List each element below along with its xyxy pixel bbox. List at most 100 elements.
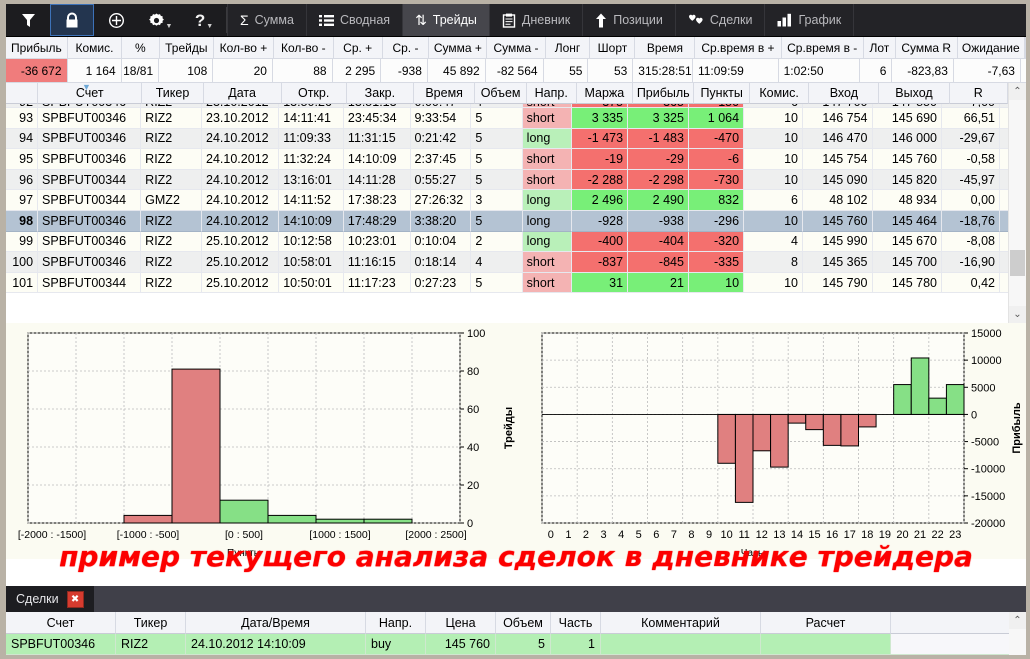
scroll-track[interactable] xyxy=(1009,629,1026,655)
table-row[interactable]: 101SPBFUT00344RIZ225.10.201210:50:0111:1… xyxy=(6,273,1008,294)
deals-cell-filler xyxy=(891,634,1009,655)
deals-panel: Сделки ✖ СчетТикерДата/ВремяНапр.ЦенаОбъ… xyxy=(6,586,1026,655)
grid-col-header-idx[interactable] xyxy=(6,83,38,104)
chevron-down-icon[interactable]: ▼ xyxy=(166,23,173,30)
deals-col-header[interactable]: Счет xyxy=(6,612,116,634)
grid-col-header-close[interactable]: Закр. xyxy=(347,83,414,104)
deals-scrollbar[interactable]: ⌃ xyxy=(1009,612,1026,655)
cell-margin: 3 335 xyxy=(572,108,628,129)
summary-col-header[interactable]: Сумма R xyxy=(896,37,958,59)
tab-label: Трейды xyxy=(433,13,477,27)
tab-summa[interactable]: Σ Сумма xyxy=(227,4,306,36)
svg-text:12: 12 xyxy=(756,529,768,541)
tab-label: Сделки xyxy=(16,592,59,606)
table-row[interactable]: 98SPBFUT00346RIZ224.10.201214:10:0917:48… xyxy=(6,211,1008,232)
cell-account: SPBFUT00344 xyxy=(38,190,141,211)
close-icon[interactable]: ✖ xyxy=(67,591,84,608)
summary-col-header[interactable]: Ср.время в - xyxy=(782,37,864,59)
grid-col-header-r[interactable]: R xyxy=(950,83,1008,104)
summary-col-header[interactable]: Ср. + xyxy=(334,37,383,59)
tab-dnevnik[interactable]: Дневник xyxy=(489,4,582,36)
help-icon[interactable]: ? ▼ xyxy=(182,4,226,36)
table-row[interactable]: 95SPBFUT00346RIZ224.10.201211:32:2414:10… xyxy=(6,149,1008,170)
summary-col-header[interactable]: Ср. - xyxy=(383,37,430,59)
svg-text:[-2000 : -1500]: [-2000 : -1500] xyxy=(18,529,86,541)
grid-col-header-points[interactable]: Пункты xyxy=(694,83,750,104)
chevron-down-icon[interactable]: ▼ xyxy=(206,23,213,30)
up-arrow-icon xyxy=(595,13,607,28)
cell-points: -296 xyxy=(689,211,744,232)
lock-icon[interactable] xyxy=(50,4,94,36)
cell-ticker: RIZ2 xyxy=(141,149,202,170)
summary-col-header[interactable]: Прибыль xyxy=(6,37,68,59)
cell-filler xyxy=(1000,149,1008,170)
deals-col-header[interactable]: Расчет xyxy=(761,612,891,634)
toolbar-filler xyxy=(853,4,1026,36)
summary-col-header[interactable]: Кол-во - xyxy=(274,37,334,59)
scroll-track[interactable] xyxy=(1009,100,1026,306)
cell-exit: 145 700 xyxy=(873,252,943,273)
table-row[interactable]: 96SPBFUT00344RIZ224.10.201213:16:0114:11… xyxy=(6,170,1008,191)
grid-col-header-profit[interactable]: Прибыль xyxy=(633,83,694,104)
grid-col-header-ticker[interactable]: Тикер xyxy=(142,83,203,104)
cell-dir: short xyxy=(523,108,572,129)
gear-icon[interactable]: ▼ xyxy=(138,4,182,36)
deals-col-header[interactable]: Часть xyxy=(551,612,601,634)
scroll-down-icon[interactable]: ⌄ xyxy=(1009,306,1026,323)
table-row[interactable]: 99SPBFUT00346RIZ225.10.201210:12:5810:23… xyxy=(6,232,1008,253)
summary-col-header[interactable]: Лот xyxy=(864,37,896,59)
grid-col-header-dir[interactable]: Напр. xyxy=(527,83,577,104)
scroll-up-icon[interactable]: ⌃ xyxy=(1009,83,1026,100)
scroll-up-icon[interactable]: ⌃ xyxy=(1009,612,1026,629)
deals-col-header[interactable]: Объем xyxy=(496,612,551,634)
tab-pozicii[interactable]: Позиции xyxy=(582,4,675,36)
table-row[interactable]: 97SPBFUT00344GMZ224.10.201214:11:5217:38… xyxy=(6,190,1008,211)
table-row[interactable]: 93SPBFUT00346RIZ223.10.201214:11:4123:45… xyxy=(6,108,1008,129)
deals-row[interactable]: SPBFUT00346RIZ224.10.2012 14:10:09buy145… xyxy=(6,634,1009,655)
svg-text:Часы: Часы xyxy=(741,548,765,559)
deals-col-header[interactable]: Напр. xyxy=(366,612,426,634)
table-row[interactable]: 94SPBFUT00346RIZ224.10.201211:09:3311:31… xyxy=(6,129,1008,150)
scroll-thumb[interactable] xyxy=(1010,250,1025,276)
summary-col-header[interactable]: Шорт xyxy=(590,37,635,59)
table-row[interactable]: 100SPBFUT00346RIZ225.10.201210:58:0111:1… xyxy=(6,252,1008,273)
deals-col-header[interactable]: Дата/Время xyxy=(186,612,366,634)
tab-treydy[interactable]: ⇅ Трейды xyxy=(402,4,489,36)
cell-entry: 145 990 xyxy=(803,232,873,253)
grid-col-header-date[interactable]: Дата xyxy=(204,83,282,104)
cell-vol: 4 xyxy=(471,252,522,273)
deals-col-header[interactable] xyxy=(891,612,1009,634)
svg-text:0: 0 xyxy=(971,409,977,421)
grid-col-header-vol[interactable]: Объем xyxy=(475,83,527,104)
summary-col-header[interactable]: % xyxy=(122,37,159,59)
tab-grafik[interactable]: График xyxy=(764,4,853,36)
cell-profit: -845 xyxy=(628,252,689,273)
cell-ticker: RIZ2 xyxy=(141,211,202,232)
grid-col-header-entry[interactable]: Вход xyxy=(809,83,879,104)
summary-col-header[interactable]: Кол-во + xyxy=(214,37,274,59)
tab-sdelki-bottom[interactable]: Сделки ✖ xyxy=(6,586,94,612)
summary-col-header[interactable]: Время xyxy=(635,37,695,59)
filter-icon[interactable] xyxy=(6,4,50,36)
summary-col-header[interactable]: Комис. xyxy=(68,37,122,59)
summary-col-header[interactable]: Сумма - xyxy=(487,37,545,59)
grid-col-header-comm[interactable]: Комис. xyxy=(750,83,809,104)
summary-col-header[interactable]: Ожидание xyxy=(958,37,1025,59)
cell-points: -470 xyxy=(689,129,744,150)
deals-col-header[interactable]: Цена xyxy=(426,612,496,634)
summary-col-header[interactable]: Трейды xyxy=(160,37,214,59)
summary-col-header[interactable]: Лонг xyxy=(546,37,591,59)
summary-col-header[interactable]: Ср.время в + xyxy=(695,37,781,59)
deals-col-header[interactable]: Комментарий xyxy=(601,612,761,634)
grid-col-header-time[interactable]: Время xyxy=(414,83,475,104)
tab-sdelki[interactable]: Сделки xyxy=(675,4,765,36)
summary-col-header[interactable]: Сумма + xyxy=(429,37,487,59)
deals-col-header[interactable]: Тикер xyxy=(116,612,186,634)
grid-col-header-margin[interactable]: Маржа xyxy=(577,83,633,104)
svg-text:[-1000 : -500]: [-1000 : -500] xyxy=(117,529,180,541)
grid-col-header-exit[interactable]: Выход xyxy=(879,83,949,104)
tab-svodnaya[interactable]: Сводная xyxy=(306,4,402,36)
grid-col-header-open[interactable]: Откр. xyxy=(282,83,347,104)
plus-circle-icon[interactable] xyxy=(94,4,138,36)
trades-grid-scrollbar[interactable]: ⌃ ⌄ xyxy=(1008,83,1026,323)
